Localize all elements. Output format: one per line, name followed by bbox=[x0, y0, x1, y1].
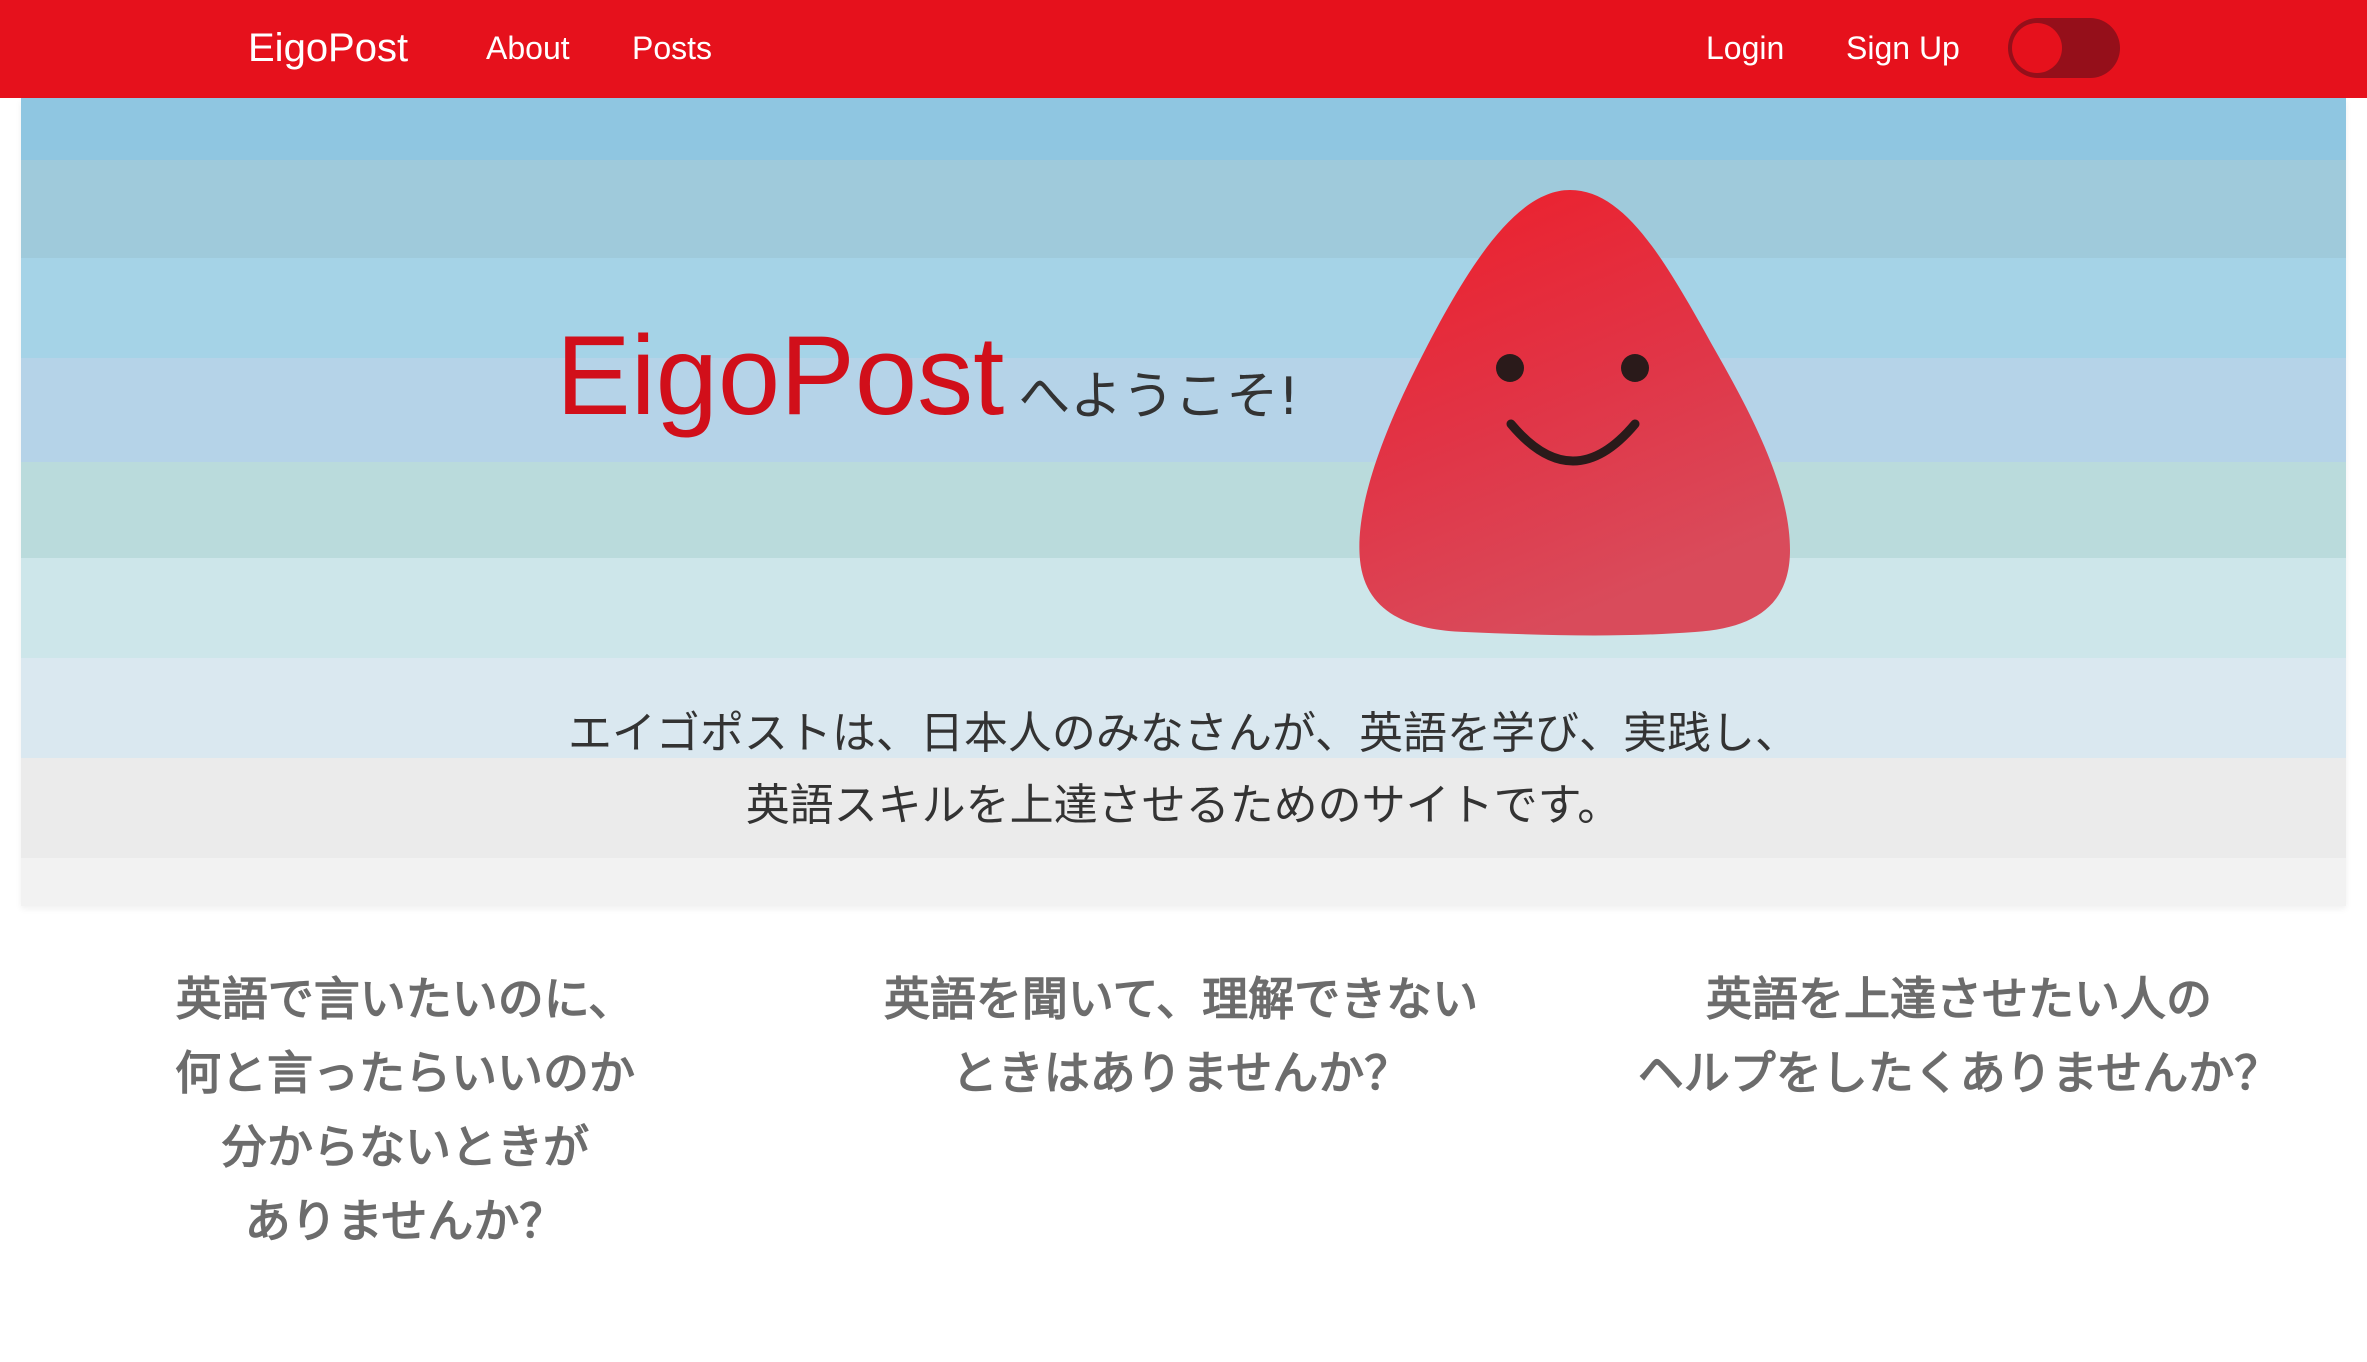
feature-line: ヘルプをしたくありませんか？ bbox=[1637, 1046, 2281, 1100]
hero-brand-name: EigoPost bbox=[556, 313, 1005, 438]
feature-line: 英語で言いたいのに、 bbox=[175, 972, 635, 1026]
signup-link[interactable]: Sign Up bbox=[1846, 0, 1960, 96]
hero-description-line: エイゴポストは、日本人のみなさんが、英語を学び、実践し、 bbox=[567, 708, 1800, 759]
feature-line: ありませんか？ bbox=[244, 1194, 566, 1248]
theme-toggle[interactable] bbox=[2008, 18, 2120, 78]
feature-line: 何と言ったらいいのか bbox=[175, 1046, 635, 1100]
hero-heading: EigoPost へようこそ! bbox=[556, 320, 1299, 432]
hero-stripe bbox=[21, 160, 2346, 258]
feature-line: 分からないときが bbox=[221, 1120, 589, 1174]
hero-stripe bbox=[21, 558, 2346, 658]
feature-line: 英語を上達させたい人の bbox=[1706, 972, 2212, 1026]
hero-welcome-suffix: へようこそ! bbox=[1018, 367, 1300, 427]
brand-logo-link[interactable]: EigoPost bbox=[248, 0, 408, 96]
feature-helping: 英語を上達させたい人の ヘルプをしたくありませんか？ bbox=[1584, 962, 2334, 1110]
hero-description: エイゴポストは、日本人のみなさんが、英語を学び、実践し、 英語スキルを上達させる… bbox=[21, 698, 2346, 842]
toggle-knob bbox=[2012, 23, 2062, 73]
login-link[interactable]: Login bbox=[1706, 0, 1784, 96]
hero-description-line: 英語スキルを上達させるためのサイトです。 bbox=[745, 780, 1622, 831]
feature-listening: 英語を聞いて、理解できない ときはありませんか？ bbox=[806, 962, 1556, 1110]
smiling-red-blob-icon bbox=[1359, 190, 1790, 636]
feature-line: 英語を聞いて、理解できない bbox=[883, 972, 1479, 1026]
hero-stripe bbox=[21, 462, 2346, 558]
hero-section: EigoPost へようこそ! エイゴポストは、日本人のみなさんが、英語を学び、実… bbox=[21, 98, 2346, 906]
nav-link-posts[interactable]: Posts bbox=[632, 0, 712, 96]
nav-link-about[interactable]: About bbox=[486, 0, 570, 96]
hero-stripe bbox=[21, 858, 2346, 906]
feature-line: ときはありませんか？ bbox=[951, 1046, 1411, 1100]
feature-speaking: 英語で言いたいのに、 何と言ったらいいのか 分からないときが ありませんか？ bbox=[100, 962, 710, 1258]
hero-stripe bbox=[21, 98, 2346, 160]
top-navbar: EigoPost About Posts Login Sign Up bbox=[0, 0, 2367, 98]
